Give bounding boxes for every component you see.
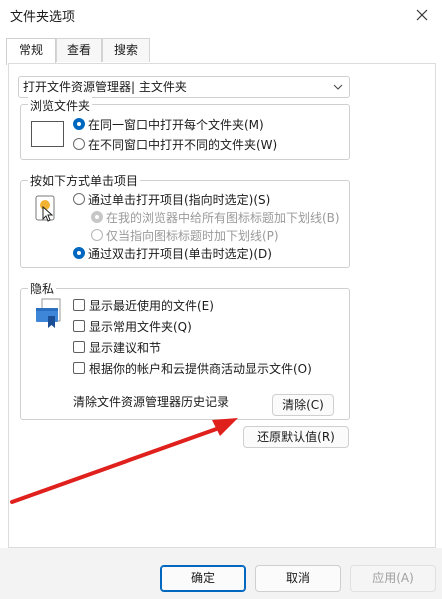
annotation-arrow bbox=[10, 418, 238, 504]
ok-button[interactable]: 确定 bbox=[160, 565, 246, 592]
cancel-button[interactable]: 取消 bbox=[255, 565, 341, 592]
apply-button[interactable]: 应用(A) bbox=[350, 565, 436, 592]
